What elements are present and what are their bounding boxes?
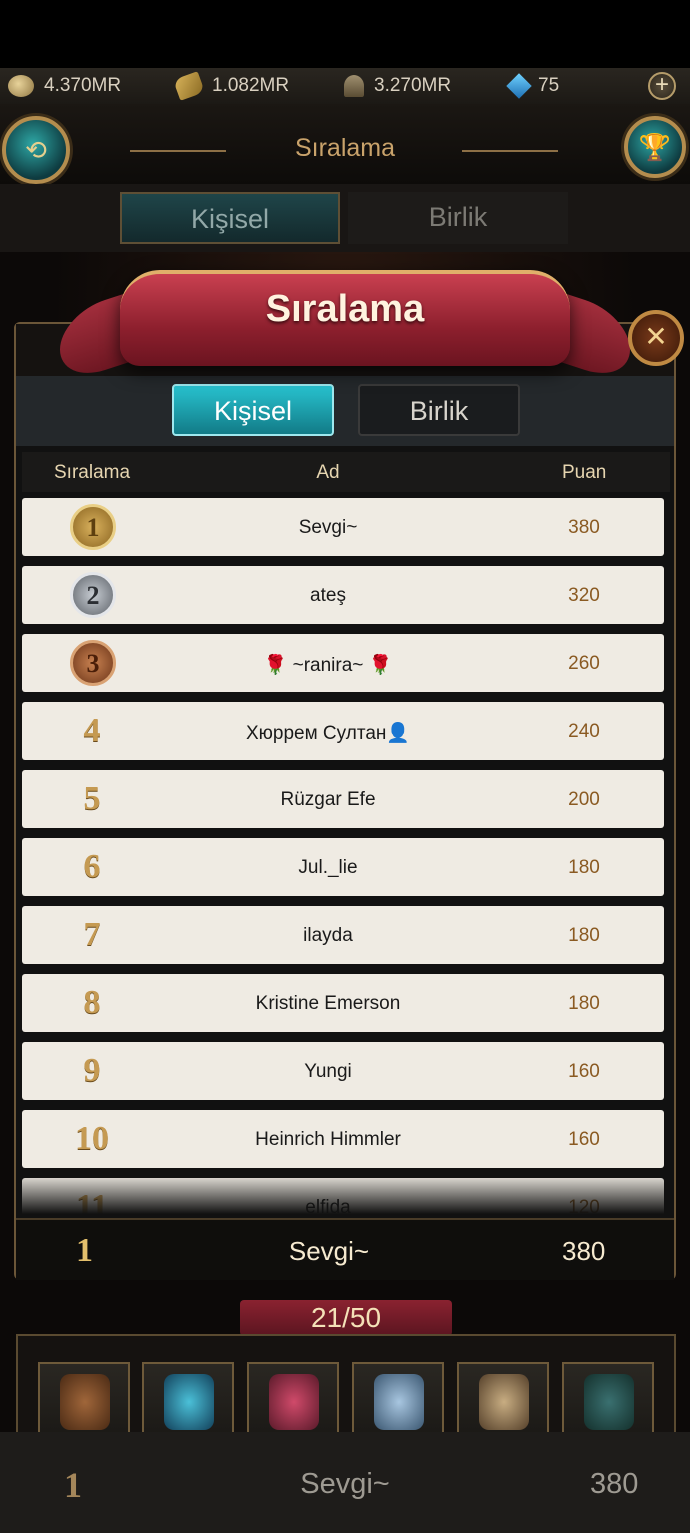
- progress-separator: /: [342, 1302, 350, 1333]
- player-name: ilayda: [303, 925, 353, 946]
- progress-counter: 21/50: [240, 1300, 452, 1336]
- page-header: ⟲ Sıralama 🏆: [0, 104, 690, 184]
- list-item[interactable]: 10 Heinrich Himmler 160: [22, 1110, 664, 1168]
- player-name: Heinrich Himmler: [255, 1129, 401, 1150]
- rank-number: 6: [83, 848, 101, 885]
- modal-tabs: Kişisel Birlik: [16, 376, 674, 446]
- rank-number: 8: [83, 984, 101, 1021]
- resource-helmet: 3.270MR: [344, 75, 502, 97]
- player-name: 🌹 ~ranira~ 🌹: [263, 655, 393, 676]
- list-item[interactable]: 3 🌹 ~ranira~ 🌹 260: [22, 634, 664, 692]
- list-item[interactable]: 8 Kristine Emerson 180: [22, 974, 664, 1032]
- player-score: 320: [568, 585, 600, 606]
- rank-number: 7: [83, 916, 101, 953]
- ornament-right: [462, 150, 558, 152]
- gem-icon: [506, 73, 532, 99]
- footer-name: Sevgi~: [300, 1468, 390, 1500]
- close-icon: ✕: [644, 321, 668, 352]
- helmet-icon: [344, 75, 364, 97]
- my-score: 380: [562, 1236, 606, 1266]
- my-name: Sevgi~: [288, 1236, 370, 1266]
- reward-item[interactable]: [562, 1362, 654, 1436]
- scroll-fade: [22, 1178, 664, 1216]
- chest-icon: [269, 1374, 319, 1430]
- tab-personal-bg[interactable]: Kişisel: [120, 192, 340, 244]
- modal-title: Sıralama: [265, 288, 425, 330]
- resource-coin: 4.370MR: [8, 75, 168, 97]
- player-name: Хюррем Султан👤: [245, 723, 411, 744]
- list-item[interactable]: 4 Хюррем Султан👤 240: [22, 702, 664, 760]
- reward-item[interactable]: [38, 1362, 130, 1436]
- player-score: 160: [568, 1129, 600, 1150]
- column-header: Sıralama Ad Puan: [22, 452, 670, 492]
- resource-gem: 75: [506, 73, 650, 99]
- list-item[interactable]: 6 Jul._lie 180: [22, 838, 664, 896]
- trophy-icon: 🏆: [638, 131, 672, 162]
- player-name: Rüzgar Efe: [280, 789, 376, 810]
- reward-item[interactable]: [247, 1362, 339, 1436]
- background-tabs: Kişisel Birlik: [0, 184, 690, 252]
- close-button[interactable]: ✕: [628, 310, 684, 366]
- rank-number: 10: [75, 1120, 109, 1157]
- reward-item[interactable]: [142, 1362, 234, 1436]
- reward-item[interactable]: [352, 1362, 444, 1436]
- list-item[interactable]: 7 ilayda 180: [22, 906, 664, 964]
- player-name: Kristine Emerson: [255, 993, 401, 1014]
- ring-icon: [374, 1374, 424, 1430]
- add-resource-button[interactable]: +: [648, 72, 676, 100]
- rank-number: 9: [83, 1052, 101, 1089]
- tab-personal[interactable]: Kişisel: [172, 384, 334, 436]
- footer-my-rank: 1 Sevgi~ 380: [0, 1432, 690, 1533]
- trophy-button[interactable]: 🏆: [624, 116, 686, 178]
- silver-medal-icon: 2: [70, 572, 116, 618]
- grain-icon: [173, 71, 205, 101]
- resource-value: 3.270MR: [374, 75, 452, 96]
- tab-alliance-bg[interactable]: Birlik: [348, 192, 568, 244]
- gold-medal-icon: 1: [70, 504, 116, 550]
- player-name: Yungi: [304, 1061, 352, 1082]
- progress-current: 21: [310, 1302, 343, 1333]
- resource-value: 75: [538, 75, 560, 96]
- footer-score: 380: [590, 1468, 639, 1500]
- list-item[interactable]: 1 Sevgi~ 380: [22, 498, 664, 556]
- player-score: 180: [568, 925, 600, 946]
- rank-number: 4: [83, 712, 101, 749]
- boots-icon: [479, 1374, 529, 1430]
- player-name: Sevgi~: [298, 517, 358, 538]
- rank-number: 5: [83, 780, 101, 817]
- player-score: 260: [568, 653, 600, 674]
- vest-icon: [584, 1374, 634, 1430]
- player-name: ateş: [310, 585, 346, 606]
- ranking-list[interactable]: 1 Sevgi~ 380 2 ateş 320 3 🌹 ~ranira~ 🌹 2…: [22, 498, 666, 1216]
- player-name: Jul._lie: [298, 857, 358, 878]
- orb-icon: [164, 1374, 214, 1430]
- player-score: 160: [568, 1061, 600, 1082]
- column-name: Ad: [316, 462, 340, 483]
- reward-item[interactable]: [457, 1362, 549, 1436]
- resource-value: 4.370MR: [44, 75, 122, 96]
- my-rank-row: 1 Sevgi~ 380: [16, 1218, 674, 1280]
- coin-icon: [8, 75, 34, 97]
- player-score: 180: [568, 993, 600, 1014]
- player-score: 200: [568, 789, 600, 810]
- column-score: Puan: [562, 462, 607, 483]
- bronze-medal-icon: 3: [70, 640, 116, 686]
- resource-bar: 4.370MR 1.082MR 3.270MR 75 +: [0, 68, 690, 104]
- resource-value: 1.082MR: [212, 75, 290, 96]
- ranking-modal: Kişisel Birlik Sıralama Ad Puan 1 Sevgi~…: [14, 322, 676, 1280]
- player-score: 380: [568, 517, 600, 538]
- list-item[interactable]: 5 Rüzgar Efe 200: [22, 770, 664, 828]
- tab-alliance[interactable]: Birlik: [358, 384, 520, 436]
- resource-grain: 1.082MR: [173, 71, 336, 101]
- bag-icon: [60, 1374, 110, 1430]
- page-title: Sıralama: [294, 134, 396, 162]
- player-score: 240: [568, 721, 600, 742]
- reward-items: [16, 1334, 676, 1436]
- list-item[interactable]: 2 ateş 320: [22, 566, 664, 624]
- player-score: 180: [568, 857, 600, 878]
- list-item[interactable]: 9 Yungi 160: [22, 1042, 664, 1100]
- progress-total: 50: [349, 1302, 382, 1333]
